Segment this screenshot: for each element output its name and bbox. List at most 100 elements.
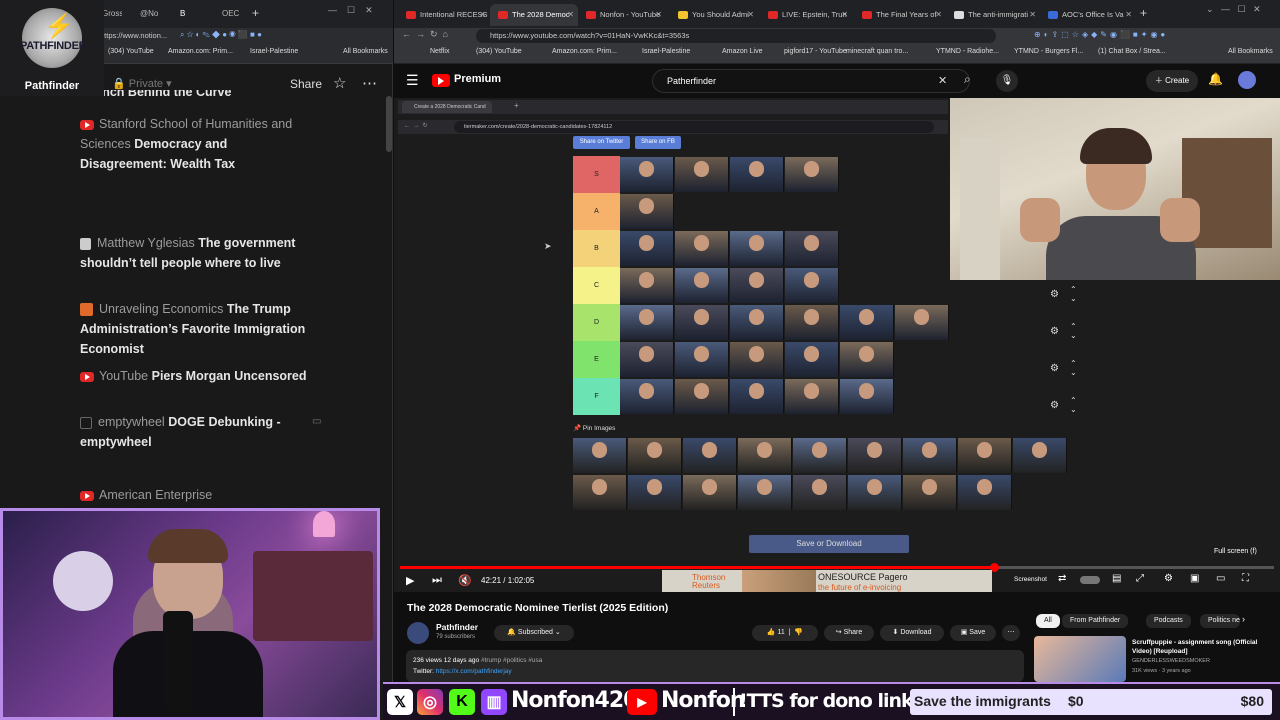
chip-all[interactable]: All [1036,614,1060,628]
mute-icon[interactable]: 🔇 [458,574,472,587]
comment-icon[interactable]: ▭ [312,416,321,427]
bookmark[interactable]: Amazon.com: Prim... [168,48,233,55]
left-scrollbar[interactable] [386,96,392,152]
play-icon[interactable]: ▶ [406,574,414,587]
youtube-premium-label[interactable]: Premium [454,73,501,85]
subscribed-button[interactable]: 🔔 Subscribed ⌄ [494,625,574,641]
twitter-link[interactable]: https://x.com/pathfinderjay [436,668,512,675]
list-item[interactable]: emptywheel DOGE Debunking - emptywheel [80,412,310,452]
close-tab-icon[interactable]: ✕ [479,4,486,26]
avatar[interactable] [1238,71,1256,89]
bookmark[interactable]: Israel-Palestine [642,48,690,55]
screenshot-button[interactable]: Screenshot [1014,576,1047,583]
microphone [163,611,193,711]
list-item[interactable]: Stanford School of Humanities and Scienc… [80,114,310,174]
save-button[interactable]: ▣ Save [950,625,996,641]
browser-tab[interactable]: AOC's Office Is Va ✕ [1040,4,1136,26]
close-tab-icon[interactable]: ✕ [747,4,754,26]
like-dislike-button[interactable]: 👍 11 | 👎 [752,625,818,641]
subtitles-icon[interactable]: ▤ [1112,573,1121,584]
bookmark[interactable]: (304) YouTube [108,48,154,55]
browser-tab[interactable]: LIVE: Epstein, Trun ✕ [760,4,852,26]
browser-tab[interactable]: The anti-immigrati ✕ [946,4,1040,26]
bookmark[interactable]: Israel-Palestine [250,48,298,55]
chips-next-icon[interactable]: › [1242,614,1245,624]
miniplayer-icon[interactable]: ▣ [1190,573,1199,584]
left-tab[interactable]: @No [140,4,160,24]
chip-podcasts[interactable]: Podcasts [1146,614,1191,628]
bookmark[interactable]: All Bookmarks [1228,48,1273,55]
list-item[interactable]: Matthew Yglesias The government shouldn’… [80,233,310,273]
rec-title[interactable]: Scruffpuppie - assignment song (Official… [1132,638,1272,656]
url-input[interactable]: https://www.youtube.com/watch?v=01HaN-Vw… [476,29,996,43]
browser-tab[interactable]: Nonfon - YouTube ✕ [578,4,666,26]
bookmark[interactable]: (304) YouTube [476,48,522,55]
search-input[interactable]: Patherfinder [652,69,970,93]
more-actions-icon[interactable]: ⋯ [1002,625,1020,641]
item-title[interactable]: Piers Morgan Uncensored [152,369,307,383]
fullscreen-icon[interactable]: ⛶ [1242,573,1249,584]
bookmark[interactable]: minecraft quan tro... [846,48,908,55]
description-box[interactable]: 236 views 12 days ago #trump #politics #… [406,650,1024,682]
rec-thumbnail[interactable] [1034,636,1126,682]
download-button[interactable]: ⬇ Download [880,625,944,641]
search-icon[interactable]: ⌕ [964,72,971,87]
menu-icon[interactable]: ☰ [406,72,419,89]
bookmark[interactable]: YTMND - Burgers Fl... [1014,48,1083,55]
list-item[interactable]: YouTube Piers Morgan Uncensored [80,366,310,386]
ad-banner[interactable]: Thomson Reuters ONESOURCE Pagero the fut… [662,570,992,592]
more-icon[interactable]: ⋯ [362,74,377,92]
bookmark[interactable]: All Bookmarks [343,48,388,55]
close-tab-icon[interactable]: ✕ [655,4,662,26]
window-controls[interactable]: — ☐ ✕ [328,5,373,16]
bookmark[interactable]: YTMND - Radiohe... [936,48,999,55]
new-tab-button[interactable]: + [252,6,259,20]
star-icon[interactable]: ☆ [333,74,346,92]
share-button[interactable]: Share [290,77,322,91]
bookmark[interactable]: (1) Chat Box / Strea... [1098,48,1166,55]
list-item[interactable]: Unraveling Economics The Trump Administr… [80,299,310,359]
share-action-button[interactable]: ↪ Share [824,625,874,641]
browser-tab[interactable]: Intentional RECESS ✕ [398,4,490,26]
progress-track[interactable] [400,563,1274,572]
bookmark[interactable]: Amazon.com: Prim... [552,48,617,55]
left-tab[interactable]: Gross [102,4,122,24]
list-item[interactable]: American Enterprise [80,485,310,505]
close-tab-icon[interactable]: ✕ [1029,4,1036,26]
left-tab-active[interactable]: B [180,4,192,24]
browser-tab-active[interactable]: The 2028 Democ ✕ [490,4,578,26]
create-button[interactable]: ＋ Create [1146,70,1198,92]
close-tab-icon[interactable]: ✕ [1125,4,1132,26]
tier-item-image [730,305,784,340]
privacy-indicator[interactable]: 🔒 Private ▾ [112,77,172,90]
bookmark[interactable]: pigford17 - YouTube [784,48,847,55]
new-tab-button[interactable]: + [1140,6,1147,20]
close-tab-icon[interactable]: ✕ [841,4,848,26]
extension-icons[interactable]: ⌕ ☆ ◐ ✎ ◆ ● ◉ ⬛ ■ ● [180,30,262,40]
clear-search-icon[interactable]: ✕ [938,74,947,87]
theater-icon[interactable]: ▭ [1216,573,1225,584]
browser-tab[interactable]: The Final Years of ✕ [854,4,946,26]
channel-name[interactable]: Pathfinder [436,622,478,632]
close-tab-icon[interactable]: ✕ [567,4,574,26]
next-icon[interactable]: ⏭ [432,574,442,587]
notifications-icon[interactable]: 🔔 [1208,72,1223,86]
left-url[interactable]: https://www.notion... [100,31,167,40]
substack-icon [80,303,93,317]
channel-avatar[interactable] [407,622,429,644]
extension-icons[interactable]: ⊕◐⇪⬚☆◈◆✎◉⬛■✦◉● [1034,30,1168,39]
loop-icon[interactable]: ⇄ [1058,573,1066,584]
bookmark[interactable]: Amazon Live [722,48,762,55]
bookmark[interactable]: Netflix [430,48,449,55]
settings-icon[interactable]: ⚙ [1164,573,1173,584]
fullscreen-expand-icon[interactable]: ⤢ [1136,573,1144,584]
close-tab-icon[interactable]: ✕ [935,4,942,26]
chip-from-channel[interactable]: From Pathfinder [1062,614,1129,628]
chip-politics[interactable]: Politics ne [1200,614,1240,628]
left-tab[interactable]: OEC [222,4,242,24]
autoplay-toggle[interactable] [1080,576,1100,584]
nav-buttons[interactable]: ← → ↻ ⌂ [402,29,448,40]
browser-tab[interactable]: You Should Admi ✕ [670,4,758,26]
microphone-icon[interactable]: 🎙 [996,70,1018,92]
window-controls[interactable]: ⌄ — ☐ ✕ [1206,4,1261,15]
